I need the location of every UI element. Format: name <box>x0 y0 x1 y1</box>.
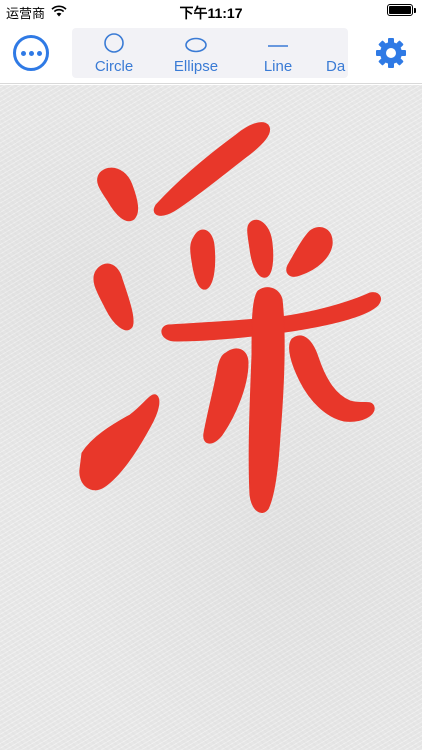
ellipse-icon <box>185 37 207 53</box>
stroke-right-fall <box>289 335 375 422</box>
more-button[interactable] <box>13 35 49 71</box>
shape-partial-label: Da <box>326 58 346 75</box>
ellipsis-dot <box>36 50 42 56</box>
stroke-inner-middle <box>247 219 274 278</box>
status-bar: 运营商 下午11:17 <box>0 0 422 22</box>
stroke-inner-right <box>286 227 333 277</box>
shape-circle-label: Circle <box>94 58 134 75</box>
line-icon <box>268 45 288 47</box>
stroke-rise <box>79 394 160 491</box>
circle-icon <box>104 33 124 53</box>
stroke-inner-left <box>190 229 216 290</box>
shape-ellipse[interactable]: Ellipse <box>164 28 228 78</box>
stroke-dot-top <box>97 167 139 222</box>
ellipsis-dot <box>28 50 34 56</box>
toolbar: Circle Ellipse Line Da <box>0 22 422 84</box>
shape-line-label: Line <box>263 58 293 75</box>
drawing-canvas[interactable] <box>0 85 422 750</box>
shape-picker[interactable]: Circle Ellipse Line Da <box>72 28 348 78</box>
shape-ellipse-label: Ellipse <box>173 58 219 75</box>
shape-partial[interactable]: Da <box>326 28 348 78</box>
stroke-top-sweep <box>153 122 270 216</box>
battery-icon <box>387 4 416 16</box>
status-time: 下午11:17 <box>179 5 243 21</box>
stroke-dot-middle <box>93 263 134 331</box>
shape-circle[interactable]: Circle <box>86 28 142 78</box>
gear-icon <box>376 38 406 68</box>
settings-button[interactable] <box>374 36 408 70</box>
stroke-left-fall <box>203 348 249 444</box>
handwritten-strokes <box>79 122 381 513</box>
ellipsis-circle-icon <box>20 50 26 56</box>
shape-line[interactable]: Line <box>256 28 300 78</box>
stroke-vertical <box>248 287 285 513</box>
